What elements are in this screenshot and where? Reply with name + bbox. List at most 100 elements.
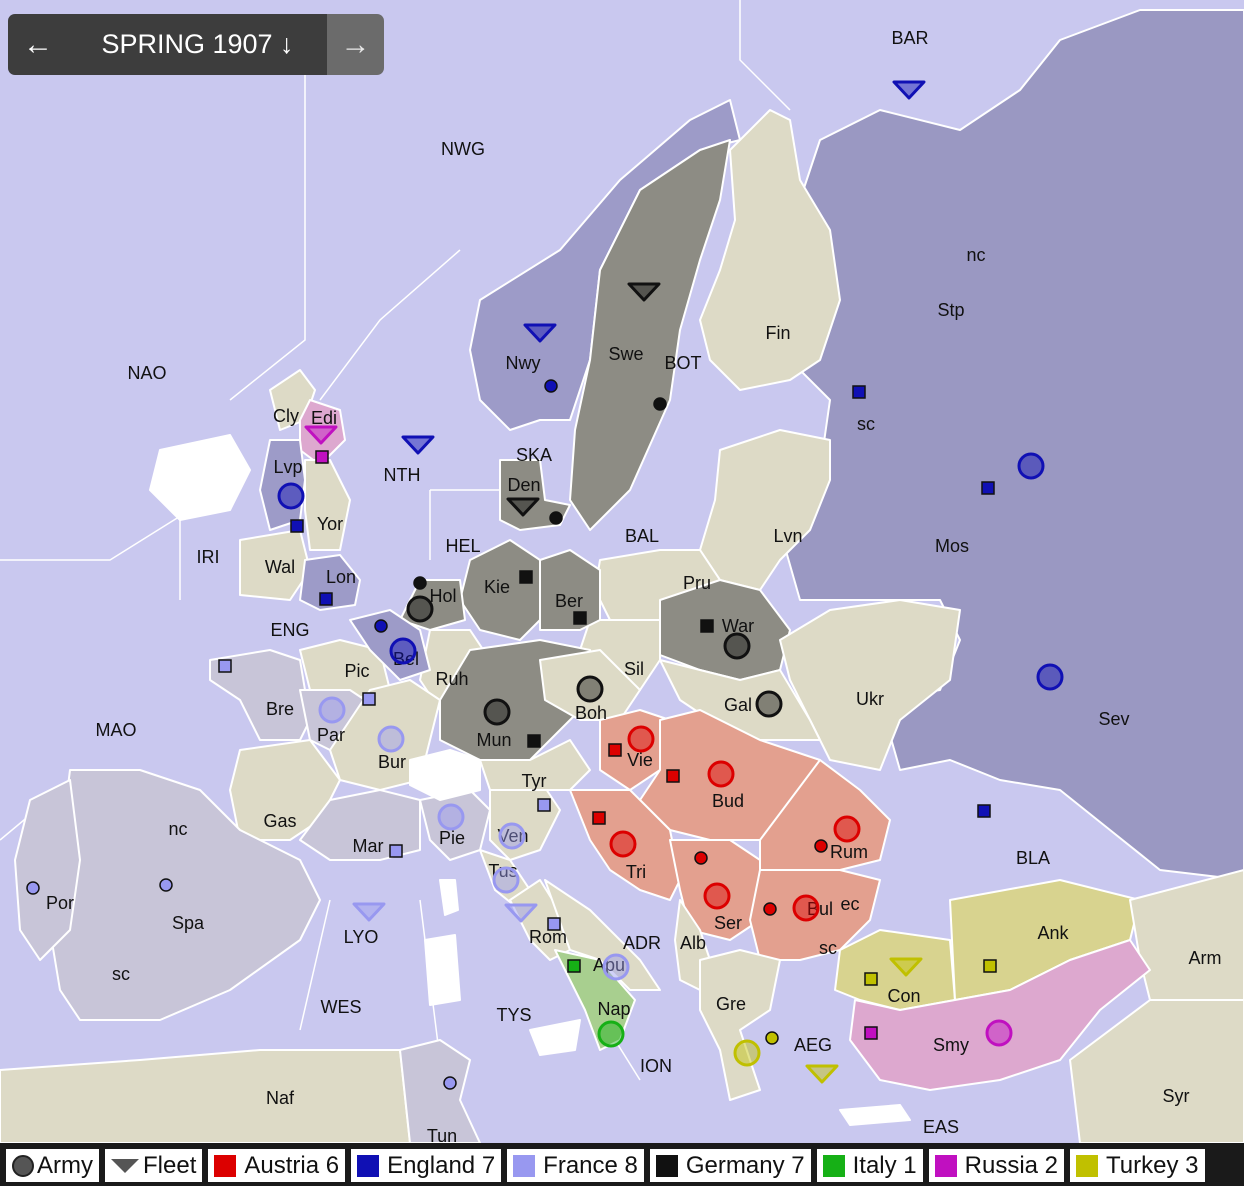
austria-army-tri[interactable] (609, 830, 637, 858)
supply-center-marker (567, 959, 581, 973)
germany-army-hol[interactable] (406, 595, 434, 623)
province-label: BLA (1016, 848, 1050, 868)
legend-italy: Italy 1 (816, 1149, 923, 1182)
austria-army-ser[interactable] (703, 882, 731, 910)
supply-center-marker (653, 397, 667, 411)
province-label: Kie (484, 577, 510, 597)
arrow-right-icon: → (340, 27, 371, 61)
austria-army-bud[interactable] (707, 760, 735, 788)
supply-center-marker (527, 734, 541, 748)
austria-army-rum[interactable] (833, 815, 861, 843)
russia-swatch (934, 1154, 957, 1177)
province-label: Cly (273, 406, 299, 426)
province-label: Con (887, 986, 920, 1006)
legend-france: France 8 (507, 1149, 644, 1182)
province-label: Tri (626, 862, 646, 882)
province-label: Rum (830, 842, 868, 862)
province-label: Boh (575, 703, 607, 723)
supply-center-marker (362, 692, 376, 706)
england-army-lvp[interactable] (277, 482, 305, 510)
province-label: Syr (1163, 1086, 1190, 1106)
italy-swatch (822, 1154, 845, 1177)
legend-england: England 7 (351, 1149, 502, 1182)
province-label: sc (857, 414, 875, 434)
army-icon (12, 1154, 34, 1177)
province-label: SKA (516, 445, 552, 465)
supply-center-marker (374, 619, 388, 633)
france-army-bur[interactable] (377, 725, 405, 753)
france-army-apu[interactable] (602, 953, 630, 981)
province-label: Tyr (522, 771, 547, 791)
province-label: Vie (627, 750, 653, 770)
province-label: NWG (441, 139, 485, 159)
province-label: Lon (326, 567, 356, 587)
province-label: NAO (127, 363, 166, 383)
legend: Army Fleet Austria 6 England 7 France 8 … (0, 1143, 1244, 1186)
province-label: Ank (1037, 923, 1069, 943)
province-label: ec (840, 894, 859, 914)
fleet-icon (111, 1158, 139, 1173)
province-label: Stp (937, 300, 964, 320)
province-label: nc (168, 819, 187, 839)
austria-army-vie[interactable] (627, 725, 655, 753)
province-label: sc (112, 964, 130, 984)
province-label: Gre (716, 994, 746, 1014)
germany-army-boh[interactable] (576, 675, 604, 703)
province-label: sc (819, 938, 837, 958)
turkey-army-gre[interactable] (733, 1039, 761, 1067)
phase-selector[interactable]: SPRING 1907 ↓ (68, 14, 327, 75)
province-label: Gal (724, 695, 752, 715)
germany-army-gal[interactable] (755, 690, 783, 718)
france-army-ven[interactable] (498, 822, 526, 850)
supply-center-marker (608, 743, 622, 757)
germany-army-mun[interactable] (483, 698, 511, 726)
supply-center-marker (694, 851, 708, 865)
supply-center-marker (864, 1026, 878, 1040)
france-army-par[interactable] (318, 696, 346, 724)
england-army-sev[interactable] (1036, 663, 1064, 691)
province-label: ENG (270, 620, 309, 640)
province-label: Alb (680, 933, 706, 953)
province-label: Lvn (773, 526, 802, 546)
legend-germany: Germany 7 (649, 1149, 811, 1182)
province-label: Pie (439, 828, 465, 848)
province-label: Nap (597, 999, 630, 1019)
supply-center-marker (389, 844, 403, 858)
province-label: Ukr (856, 689, 884, 709)
province-label: Lvp (273, 457, 302, 477)
italy-army-nap[interactable] (597, 1020, 625, 1048)
austria-swatch (214, 1154, 237, 1177)
province-label: EAS (923, 1117, 959, 1137)
russia-army-smy[interactable] (985, 1019, 1013, 1047)
province-label: Pic (344, 661, 369, 681)
province-label: Bre (266, 699, 294, 719)
england-army-bel[interactable] (389, 637, 417, 665)
province-label: Spa (172, 913, 205, 933)
supply-center-marker (573, 611, 587, 625)
province-label: Edi (311, 408, 337, 428)
previous-phase-button[interactable]: ← (8, 14, 68, 75)
phase-navigator: ← SPRING 1907 ↓ → (8, 14, 384, 75)
legend-army: Army (6, 1149, 99, 1182)
supply-center-marker (159, 878, 173, 892)
supply-center-marker (765, 1031, 779, 1045)
arrow-left-icon: ← (23, 27, 53, 61)
turkey-swatch (1076, 1154, 1099, 1177)
province-label: Bud (712, 791, 744, 811)
supply-center-marker (814, 839, 828, 853)
supply-center-marker (666, 769, 680, 783)
province-label: BOT (664, 353, 701, 373)
france-army-tus[interactable] (492, 866, 520, 894)
province-label: LYO (344, 927, 379, 947)
province-label: AEG (794, 1035, 832, 1055)
germany-army-war[interactable] (723, 632, 751, 660)
austria-army-bul[interactable] (792, 894, 820, 922)
france-army-pie[interactable] (437, 803, 465, 831)
england-army-mos[interactable] (1017, 452, 1045, 480)
next-phase-button[interactable]: → (327, 14, 384, 75)
france-swatch (513, 1154, 536, 1177)
province-label: Yor (317, 514, 343, 534)
province-label: Den (507, 475, 540, 495)
germany-swatch (655, 1154, 678, 1177)
province-label: NTH (384, 465, 421, 485)
